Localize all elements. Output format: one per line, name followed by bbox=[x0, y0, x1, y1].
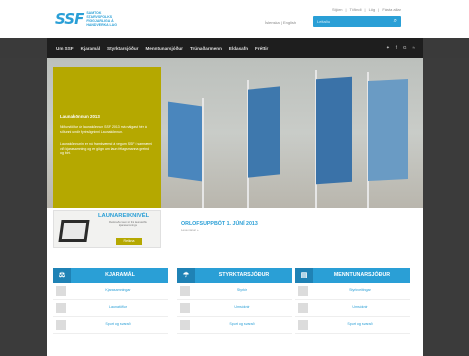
banner-title: LAUNAREIKNIVÉL bbox=[98, 213, 150, 219]
rss-icon[interactable]: ≈ bbox=[413, 45, 415, 51]
flag-image bbox=[316, 76, 352, 185]
flag-image bbox=[248, 86, 280, 178]
column-kjaramal: ⚖ KJARAMÁL Kjarasamningar Launatöflur Sp… bbox=[53, 268, 168, 334]
link-icon bbox=[180, 286, 190, 296]
top-link[interactable]: Fásta allar bbox=[382, 7, 401, 12]
nav-item-kjaramal[interactable]: Kjaramál bbox=[81, 46, 100, 51]
search-input[interactable]: Leitaðu bbox=[317, 19, 330, 24]
column-title: KJARAMÁL bbox=[105, 272, 135, 278]
book-icon: ▤ bbox=[295, 268, 313, 283]
column-header[interactable]: ⚖ KJARAMÁL bbox=[53, 268, 168, 283]
list-item-label: Kjarasamningar bbox=[105, 288, 131, 292]
list-item[interactable]: Spurt og svarað bbox=[177, 317, 292, 334]
calculator-button[interactable]: Reikna bbox=[116, 238, 142, 245]
nav-item-menntunarsjodur[interactable]: Menntunarsjóður bbox=[145, 46, 183, 51]
nav-item-styrktarsjodur[interactable]: Styrktarsjóður bbox=[107, 46, 138, 51]
link-icon bbox=[180, 303, 190, 313]
search-icon[interactable]: ⌕ bbox=[394, 18, 397, 25]
list-item-label: Umsóknir bbox=[234, 305, 250, 309]
twitter-icon[interactable]: ✦ bbox=[386, 45, 390, 51]
list-item[interactable]: Umsóknir bbox=[295, 300, 410, 317]
flag-image bbox=[368, 78, 408, 182]
list-item-label: Spurt og svarað bbox=[347, 322, 373, 326]
lang-link-en[interactable]: English bbox=[283, 20, 296, 25]
nav-item-frettir[interactable]: Fréttir bbox=[255, 46, 268, 51]
column-header[interactable]: ▤ MENNTUNARSJÓÐUR bbox=[295, 268, 410, 283]
list-item[interactable]: Styrkir bbox=[177, 283, 292, 300]
link-icon bbox=[56, 320, 66, 330]
list-item[interactable]: Spurt og svarað bbox=[53, 317, 168, 334]
site-header: SSF SAMTOK STARVSFOLKS FÍGGJARLIGA Á HAN… bbox=[0, 0, 469, 38]
list-item[interactable]: Umsóknir bbox=[177, 300, 292, 317]
search-box[interactable]: Leitaðu ⌕ bbox=[313, 16, 401, 27]
main-nav: Um SSF Kjaramál Styrktarsjóður Menntunar… bbox=[47, 38, 423, 58]
list-item[interactable]: Spurt og svarað bbox=[295, 317, 410, 334]
column-menntunarsjodur: ▤ MENNTUNARSJÓÐUR Styrkveitingar Umsókni… bbox=[295, 268, 410, 334]
list-item-label: Styrkir bbox=[236, 288, 248, 292]
hero-textbox: Launakönnun 2013 Niðurstöður úr launakön… bbox=[53, 67, 161, 208]
social-links: ✦ f G ≈ bbox=[386, 45, 415, 51]
top-link[interactable]: Tíðindi bbox=[350, 7, 362, 12]
language-links: Íslenska | English bbox=[265, 20, 297, 25]
logo-text: SAMTOK STARVSFOLKS FÍGGJARLIGA Á HANDVER… bbox=[86, 11, 117, 27]
nav-item-trunadarmenn[interactable]: Trúnaðarmenn bbox=[190, 46, 222, 51]
column-header[interactable]: ☂ STYRKTARSJÓÐUR bbox=[177, 268, 292, 283]
top-link[interactable]: Lög bbox=[369, 7, 376, 12]
calculator-banner[interactable]: LAUNAREIKNIVÉL Reiknaðu laun út frá laun… bbox=[53, 210, 161, 248]
lang-link-is[interactable]: Íslenska bbox=[265, 20, 280, 25]
column-styrktarsjodur: ☂ STYRKTARSJÓÐUR Styrkir Umsóknir Spurt … bbox=[177, 268, 292, 334]
logo-mark: SSF bbox=[55, 10, 84, 28]
facebook-icon[interactable]: f bbox=[396, 45, 397, 51]
link-icon bbox=[298, 303, 308, 313]
link-icon bbox=[298, 286, 308, 296]
list-item[interactable]: Styrkveitingar bbox=[295, 283, 410, 300]
umbrella-icon: ☂ bbox=[177, 268, 195, 283]
nav-item-eldasafn[interactable]: Eldasafn bbox=[229, 46, 248, 51]
tablet-icon bbox=[58, 220, 90, 242]
top-link[interactable]: Stjórn bbox=[332, 7, 342, 12]
banner-subtitle: Reiknaðu laun út frá launatöflu kjarasam… bbox=[109, 220, 147, 228]
nav-item-um-ssf[interactable]: Um SSF bbox=[56, 46, 74, 51]
flag-image bbox=[168, 101, 202, 182]
flagpole bbox=[202, 98, 204, 208]
list-item[interactable]: Kjarasamningar bbox=[53, 283, 168, 300]
logo[interactable]: SSF SAMTOK STARVSFOLKS FÍGGJARLIGA Á HAN… bbox=[55, 10, 126, 28]
list-item-label: Launatöflur bbox=[109, 305, 127, 309]
page-content: Launakönnun 2013 Niðurstöður úr launakön… bbox=[47, 58, 423, 356]
news-read-more[interactable]: Lesa nánar » bbox=[181, 228, 199, 232]
list-item-label: Styrkveitingar bbox=[349, 288, 371, 292]
scales-icon: ⚖ bbox=[53, 268, 71, 283]
list-item-label: Spurt og svarað bbox=[105, 322, 131, 326]
column-title: STYRKTARSJÓÐUR bbox=[218, 272, 270, 278]
link-icon bbox=[180, 320, 190, 330]
hero-paragraph: Launakönnunin er nú framkvæmd á vegum SS… bbox=[60, 142, 153, 156]
link-icon bbox=[56, 286, 66, 296]
list-item[interactable]: Launatöflur bbox=[53, 300, 168, 317]
google-icon[interactable]: G bbox=[403, 45, 407, 51]
top-links: Stjórn | Tíðindi | Lög | Fásta allar bbox=[332, 7, 401, 12]
news-title[interactable]: ORLOFSUPPBÓT 1. JÚNÍ 2013 bbox=[181, 221, 258, 227]
category-columns: ⚖ KJARAMÁL Kjarasamningar Launatöflur Sp… bbox=[53, 268, 417, 348]
link-icon bbox=[298, 320, 308, 330]
list-item-label: Spurt og svarað bbox=[229, 322, 255, 326]
list-item-label: Umsóknir bbox=[352, 305, 368, 309]
link-icon bbox=[56, 303, 66, 313]
column-title: MENNTUNARSJÓÐUR bbox=[333, 272, 391, 278]
hero-title[interactable]: Launakönnun 2013 bbox=[60, 114, 100, 119]
hero-paragraph: Niðurstöður úr launakönnun SSF 2013 má n… bbox=[60, 125, 147, 134]
